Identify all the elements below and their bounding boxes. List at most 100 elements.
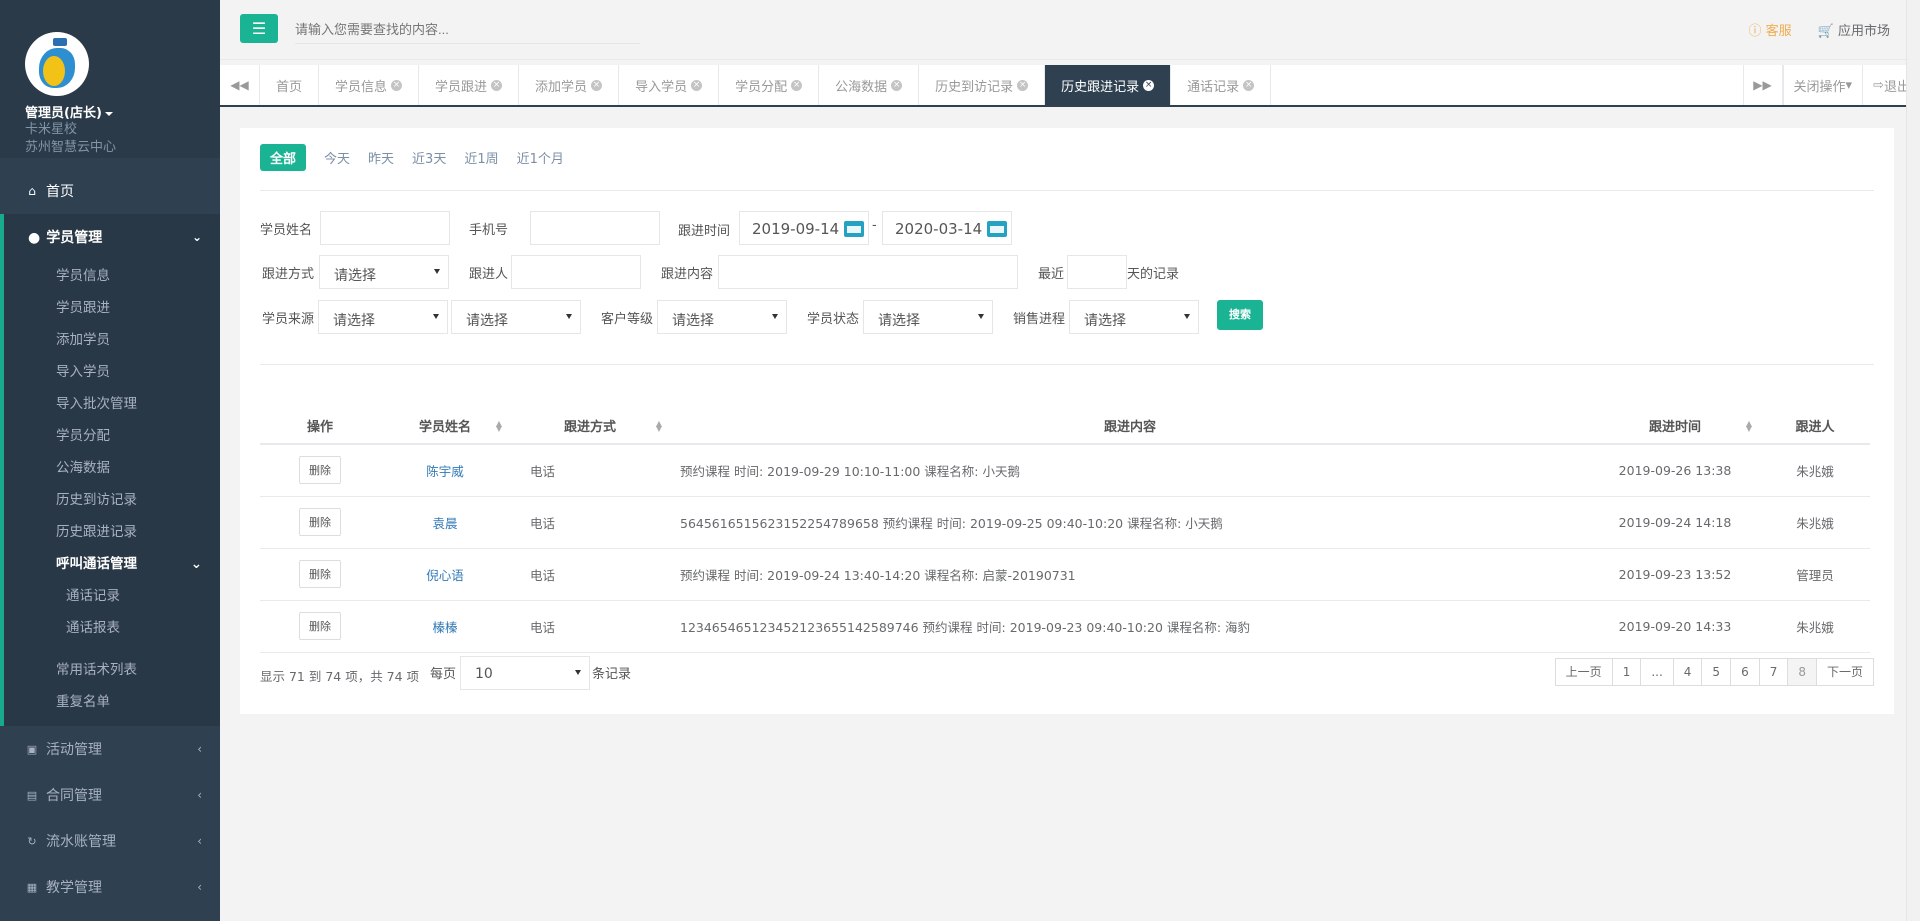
page-button[interactable]: 8 — [1787, 658, 1817, 686]
cart-icon: ▤ — [26, 788, 38, 802]
sidebar-item-collapsed[interactable]: ↻ 流水账管理 ‹ — [0, 818, 220, 864]
follow-content-input[interactable] — [718, 255, 1018, 289]
page-button[interactable]: 6 — [1730, 658, 1760, 686]
search-button[interactable]: 搜索 — [1217, 300, 1263, 330]
col-header-method[interactable]: 跟进方式 ▲ ▼ — [510, 408, 670, 445]
sidebar-item-sub[interactable]: 历史跟进记录 — [4, 516, 220, 548]
follower-input[interactable] — [511, 255, 641, 289]
student-name-link[interactable]: 倪心语 — [426, 568, 464, 583]
close-icon[interactable]: × — [891, 79, 903, 91]
tab-item[interactable]: 学员信息 × — [319, 65, 420, 105]
tab-item[interactable]: 学员分配 × — [719, 65, 820, 105]
sales-progress-select[interactable]: 请选择 — [1069, 300, 1199, 334]
col-header-label: 跟进时间 — [1648, 420, 1701, 435]
student-name-link[interactable]: 陈宇威 — [426, 464, 464, 479]
app-market-link[interactable]: 🛒 应用市场 — [1818, 20, 1890, 39]
phone-input[interactable] — [530, 211, 660, 245]
caret-down-icon — [772, 314, 778, 319]
page-button[interactable]: 下一页 — [1815, 658, 1874, 686]
customer-level-select[interactable]: 请选择 — [657, 300, 787, 334]
close-icon[interactable]: × — [1143, 79, 1155, 91]
tab-item[interactable]: 历史到访记录 × — [919, 65, 1046, 105]
sidebar-item-sub[interactable]: 学员分配 — [4, 420, 220, 452]
sidebar-item-sub[interactable]: 导入批次管理 — [4, 388, 220, 420]
date-from-input[interactable]: 2019-09-14 — [739, 211, 869, 245]
sidebar-item-collapsed[interactable]: ▤ 合同管理 ‹ — [0, 772, 220, 818]
quick-filter[interactable]: 昨天 — [368, 148, 394, 167]
quick-filter[interactable]: 全部 — [260, 144, 307, 171]
page-button[interactable]: 4 — [1672, 658, 1703, 686]
page-button[interactable]: 上一页 — [1554, 658, 1613, 686]
sidebar-item-sub[interactable]: 学员跟进 — [4, 292, 220, 324]
close-icon[interactable]: × — [391, 79, 403, 91]
tab-item[interactable]: 历史跟进记录 × — [1045, 65, 1172, 105]
sidebar-item-student-mgmt[interactable]: ● 学员管理 ⌄ — [4, 214, 220, 260]
tab-item[interactable]: 学员跟进 × — [419, 65, 520, 105]
tab-item[interactable]: 添加学员 × — [519, 65, 620, 105]
sidebar-item-sub[interactable]: 公海数据 — [4, 452, 220, 484]
calendar-icon[interactable] — [987, 221, 1007, 237]
tab-scroll-right-button[interactable]: ▶▶ — [1742, 65, 1783, 105]
student-status-select[interactable]: 请选择 — [863, 300, 993, 334]
search-input[interactable] — [295, 16, 640, 44]
kefu-link[interactable]: ⓘ 客服 — [1749, 20, 1792, 39]
calendar-icon[interactable] — [844, 221, 864, 237]
select-value: 请选择 — [878, 313, 920, 329]
close-ops-dropdown[interactable]: 关闭操作 ▾ — [1782, 65, 1863, 105]
quick-filter[interactable]: 今天 — [324, 148, 350, 167]
follow-method-select[interactable]: 请选择 — [319, 255, 449, 289]
quick-filter[interactable]: 近3天 — [412, 148, 446, 167]
tab-item[interactable]: 导入学员 × — [619, 65, 720, 105]
delete-button[interactable]: 删除 — [299, 456, 341, 485]
page-button[interactable]: ... — [1640, 658, 1674, 686]
sidebar-item-sub[interactable]: 导入学员 — [4, 356, 220, 388]
sidebar-item-label: 首页 — [46, 184, 74, 200]
date-to-input[interactable]: 2020-03-14 — [882, 211, 1012, 245]
col-header-label: 跟进人 — [1795, 420, 1835, 435]
sidebar-item-collapsed[interactable]: ▦ 教学管理 ‹ — [0, 864, 220, 910]
page-button[interactable]: 7 — [1758, 658, 1789, 686]
page-button[interactable]: 1 — [1611, 658, 1642, 686]
source-select-1[interactable]: 请选择 — [318, 300, 448, 334]
page-scrollbar[interactable] — [1906, 0, 1920, 921]
col-header-time[interactable]: 跟进时间 ▲ ▼ — [1590, 408, 1760, 445]
quick-filter[interactable]: 近1周 — [464, 148, 498, 167]
close-icon[interactable]: × — [591, 79, 603, 91]
sidebar-item-call-sub[interactable]: 通话记录 — [4, 580, 220, 612]
close-icon[interactable]: × — [791, 79, 803, 91]
page-button[interactable]: 5 — [1701, 658, 1732, 686]
sidebar-item-sub[interactable]: 添加学员 — [4, 324, 220, 356]
tab-scroll-left-button[interactable]: ◀◀ — [220, 65, 260, 105]
tab-label: 学员分配 — [735, 79, 788, 95]
student-name-link[interactable]: 榛榛 — [432, 620, 457, 635]
source-select-2[interactable]: 请选择 — [451, 300, 581, 334]
close-icon[interactable]: × — [1243, 79, 1255, 91]
quick-filter[interactable]: 近1个月 — [517, 148, 564, 167]
close-icon[interactable]: × — [491, 79, 503, 91]
label-follower: 跟进人 — [469, 267, 509, 282]
col-header-name[interactable]: 学员姓名 ▲ ▼ — [380, 408, 510, 445]
delete-button[interactable]: 删除 — [299, 560, 341, 588]
sidebar-item-home[interactable]: ⌂ 首页 — [0, 168, 220, 214]
sidebar-item-collapsed[interactable]: ▣ 活动管理 ‹ — [0, 726, 220, 772]
sidebar-item-call-sub[interactable]: 通话报表 — [4, 612, 220, 644]
sidebar-item-sub[interactable]: 重复名单 — [4, 686, 220, 718]
menu-toggle-button[interactable]: ☰ — [240, 14, 278, 43]
sidebar-item-call-mgmt[interactable]: 呼叫通话管理 ⌄ — [4, 548, 220, 580]
tab-item[interactable]: 通话记录 × — [1171, 65, 1272, 105]
student-name-link[interactable]: 袁晨 — [432, 516, 457, 531]
student-name-input[interactable] — [320, 211, 450, 245]
sidebar-item-sub[interactable]: 学员信息 — [4, 260, 220, 292]
tab-item[interactable]: 首页 — [260, 65, 320, 105]
tab-item[interactable]: 公海数据 × — [819, 65, 920, 105]
avatar[interactable] — [25, 32, 89, 96]
close-icon[interactable]: × — [1017, 79, 1029, 91]
sidebar-item-sub[interactable]: 常用话术列表 — [4, 654, 220, 686]
sidebar-item-sub[interactable]: 历史到访记录 — [4, 484, 220, 516]
profile-name-dropdown[interactable]: 管理员(店长) — [25, 102, 220, 121]
per-page-select[interactable]: 10 — [460, 656, 590, 690]
delete-button[interactable]: 删除 — [299, 508, 341, 536]
delete-button[interactable]: 删除 — [299, 612, 341, 640]
recent-days-input[interactable] — [1067, 255, 1127, 289]
close-icon[interactable]: × — [691, 79, 703, 91]
